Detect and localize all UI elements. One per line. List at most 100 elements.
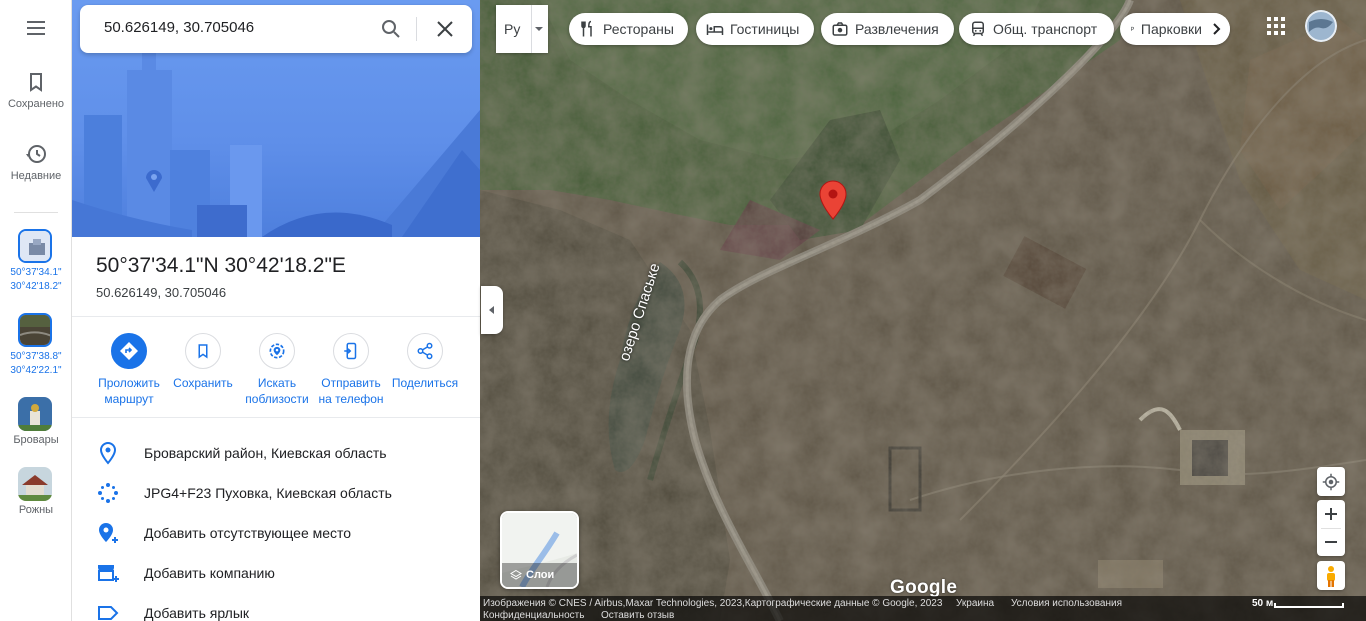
send-to-phone-button[interactable]: Отправить на телефон [314, 333, 388, 407]
dropdown-caret-icon[interactable] [534, 25, 544, 33]
street-view-pegman[interactable] [1317, 561, 1345, 590]
directions-label: Проложить [98, 376, 160, 390]
nearby-button[interactable]: Искать поблизости [240, 333, 314, 407]
restaurant-icon [581, 20, 592, 37]
red-pin-icon[interactable] [819, 180, 847, 220]
chip-restaurants[interactable]: Рестораны [569, 13, 688, 45]
globe-avatar-icon [1305, 10, 1337, 42]
add-place-row[interactable]: Добавить отсутствующее место [72, 513, 480, 553]
location-pin-icon [99, 441, 117, 465]
phone-icon [344, 342, 357, 360]
directions-button[interactable]: Проложить маршрут [92, 333, 166, 407]
menu-button[interactable] [0, 16, 72, 44]
recent-thumbnail-2[interactable] [18, 313, 52, 347]
recent-button[interactable]: Недавние [0, 142, 72, 182]
camera-icon [832, 22, 848, 36]
recent-label: Недавние [10, 170, 62, 182]
country-link[interactable]: Украина [956, 598, 994, 609]
search-icon [382, 20, 400, 38]
chip-parking-label: Парковки [1140, 21, 1202, 37]
collapse-panel-button[interactable] [481, 286, 503, 334]
nearby-label: Искать [257, 376, 297, 390]
search-box [80, 5, 472, 53]
layers-label: Слои [526, 569, 555, 581]
layers-label-wrap: Слои [510, 569, 554, 581]
add-location-icon [99, 523, 118, 543]
recent-coord-line: 30°42'22.1" [10, 365, 62, 376]
account-avatar[interactable] [1305, 10, 1337, 42]
share-icon [417, 342, 433, 360]
scale-label[interactable]: 50 м [1252, 598, 1273, 609]
address-text: Броварский район, Киевская область [144, 445, 387, 461]
recent-thumbnail-1[interactable] [18, 229, 52, 263]
add-business-text: Добавить компанию [144, 565, 275, 581]
feedback-link[interactable]: Оставить отзыв [601, 610, 674, 621]
history-icon [26, 145, 46, 163]
send-label: на телефон [318, 392, 384, 406]
add-label-row[interactable]: Добавить ярлык [72, 593, 480, 621]
privacy-link[interactable]: Конфиденциальность [483, 610, 584, 621]
close-icon [437, 21, 453, 37]
share-label: Поделиться [391, 376, 459, 390]
divider [72, 417, 480, 418]
hamburger-menu-icon [27, 21, 45, 35]
chip-restaurants-label: Рестораны [603, 21, 674, 37]
add-label-text: Добавить ярлык [144, 605, 250, 621]
scale-bar [1274, 603, 1344, 608]
place-thumbnail-2[interactable] [18, 467, 52, 501]
transit-icon [972, 21, 984, 37]
save-circle [185, 333, 221, 369]
apps-grid-icon[interactable] [1264, 14, 1288, 38]
satellite-map[interactable]: озеро Спаське Слои [480, 0, 1366, 621]
send-circle [333, 333, 369, 369]
chip-transit-label: Общ. транспорт [993, 21, 1098, 37]
chip-transit[interactable]: Общ. транспорт [959, 13, 1114, 45]
share-button[interactable]: Поделиться [388, 333, 462, 391]
terms-link[interactable]: Условия использования [1011, 598, 1122, 609]
my-location-icon [1322, 473, 1340, 490]
place-thumbnail-1[interactable] [18, 397, 52, 431]
pegman-icon [1327, 565, 1335, 587]
layers-button[interactable]: Слои [500, 511, 579, 589]
zoom-out-button[interactable] [1317, 529, 1345, 556]
add-business-row[interactable]: Добавить компанию [72, 553, 480, 593]
share-circle [407, 333, 443, 369]
recent-coord-line: 50°37'34.1" [10, 267, 62, 278]
search-input[interactable] [104, 19, 364, 36]
bookmark-icon [30, 73, 42, 92]
caret-left-icon [489, 306, 494, 314]
plus-code-text: JPG4+F23 Пуховка, Киевская область [144, 485, 392, 501]
chip-entertainment[interactable]: Развлечения [821, 13, 954, 45]
action-buttons: Проложить маршрут Сохранить Искать поблизо… [94, 333, 464, 413]
address-row[interactable]: Броварский район, Киевская область [72, 433, 480, 473]
zoom-in-button[interactable] [1317, 501, 1345, 528]
attribution-bar: Изображения © CNES / Airbus,Maxar Techno… [480, 596, 1366, 621]
rail-divider [14, 212, 58, 213]
recent-item-1[interactable]: 50°37'34.1" 30°42'18.2" [0, 266, 72, 294]
bookmark-icon [198, 344, 208, 359]
save-button[interactable]: Сохранить [166, 333, 240, 391]
saved-button[interactable]: Сохранено [0, 70, 72, 110]
lang-divider [531, 5, 532, 53]
search-button[interactable] [379, 17, 403, 41]
plus-code-row[interactable]: JPG4+F23 Пуховка, Киевская область [72, 473, 480, 513]
clear-search-button[interactable] [433, 17, 457, 41]
chip-hotels[interactable]: Гостиницы [696, 13, 814, 45]
add-business-icon [98, 565, 119, 582]
my-location-button[interactable] [1317, 467, 1345, 496]
save-label: Сохранить [173, 376, 233, 390]
nearby-search-icon [269, 343, 285, 359]
plus-code-icon [98, 483, 118, 503]
directions-label: маршрут [104, 392, 154, 406]
chip-hotels-label: Гостиницы [730, 21, 800, 37]
add-place-text: Добавить отсутствующее место [144, 525, 352, 541]
nearby-label: поблизости [245, 392, 309, 406]
parking-icon [1131, 26, 1134, 31]
plus-icon [1325, 508, 1337, 520]
place-label-brovary[interactable]: Бровары [0, 434, 72, 446]
input-tools-button[interactable]: Ру [496, 5, 548, 53]
recent-item-2[interactable]: 50°37'38.8" 30°42'22.1" [0, 350, 72, 378]
recent-location-icon [20, 231, 50, 261]
place-label-rozhny[interactable]: Рожны [0, 504, 72, 516]
directions-circle [111, 333, 147, 369]
